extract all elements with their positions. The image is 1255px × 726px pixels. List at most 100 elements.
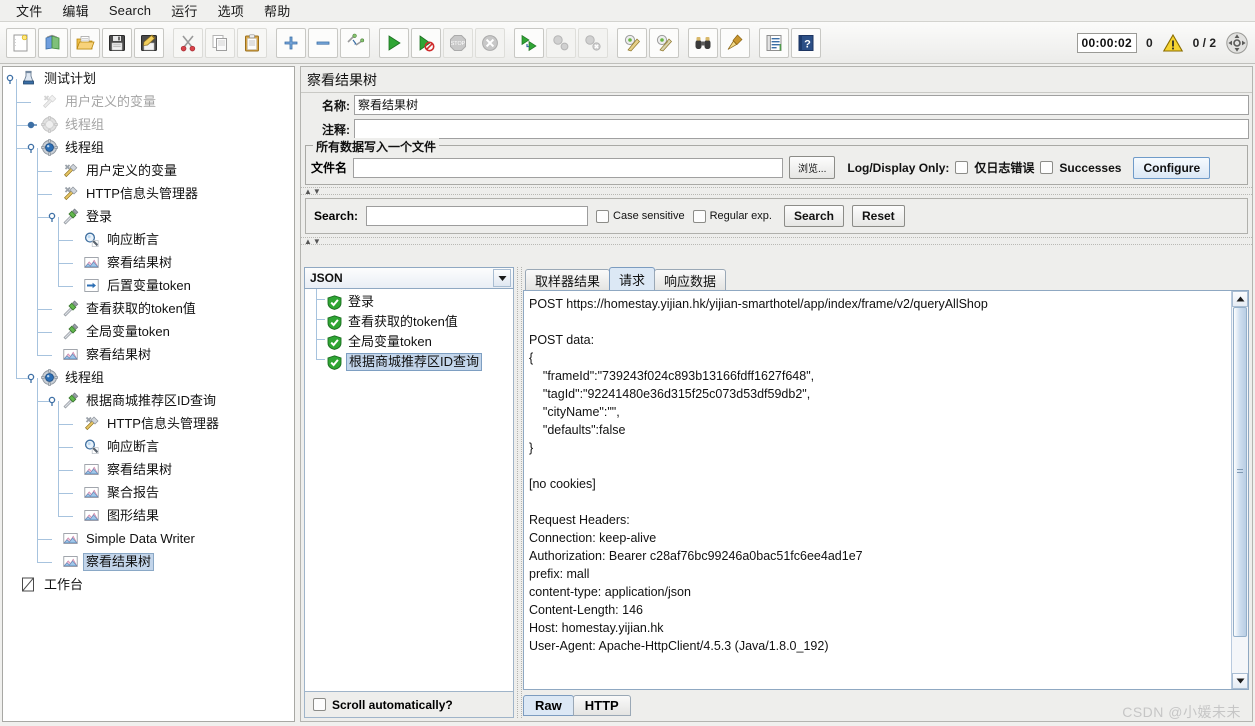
tree-node[interactable]: 响应断言 [3, 228, 294, 251]
configure-button[interactable]: Configure [1133, 156, 1211, 179]
warning-triangle-icon[interactable] [1162, 33, 1184, 53]
tree-node[interactable]: Simple Data Writer [3, 527, 294, 550]
tab-request[interactable]: 请求 [609, 267, 656, 290]
tab-sampler-result[interactable]: 取样器结果 [525, 269, 611, 290]
copy-button[interactable] [205, 27, 235, 58]
view-results-tree-panel: 察看结果树 名称: 察看结果树 注释: 所有数据写入一个文件 文件名 浏览...… [300, 66, 1253, 722]
log-display-only-label: Log/Display Only: [847, 160, 950, 175]
function-helper-button[interactable] [759, 27, 789, 58]
new-document-button[interactable] [6, 27, 36, 58]
tree-node[interactable]: HTTP信息头管理器 [3, 412, 294, 435]
menu-run[interactable]: 运行 [161, 0, 207, 22]
open-button[interactable] [70, 27, 100, 58]
tree-handle[interactable] [27, 119, 38, 130]
expand-all-button[interactable] [276, 27, 306, 58]
tree-node[interactable]: 线程组 [3, 113, 294, 136]
detail-scroll-thumb[interactable] [1233, 307, 1247, 637]
results-list[interactable]: 登录 查看获取的token值 全局变量token 根据商城推荐区ID查询 [304, 289, 514, 692]
search-input[interactable] [366, 206, 589, 226]
cut-button[interactable] [173, 27, 203, 58]
toggle-button[interactable] [340, 27, 370, 58]
result-list-item[interactable]: 根据商城推荐区ID查询 [305, 352, 513, 372]
filename-input[interactable] [353, 157, 784, 178]
clear-all-button[interactable] [649, 27, 679, 58]
tree-node[interactable]: 全局变量token [3, 320, 294, 343]
remote-start-button[interactable] [514, 27, 544, 58]
case-sensitive-checkbox[interactable] [596, 209, 610, 223]
tree-node[interactable]: 后置变量token [3, 274, 294, 297]
result-list-item[interactable]: 全局变量token [305, 332, 513, 352]
tree-node[interactable]: 测试计划 [3, 67, 294, 90]
regular-exp-checkbox[interactable] [692, 209, 706, 223]
tree-node[interactable]: 用户定义的变量 [3, 90, 294, 113]
tree-node[interactable]: HTTP信息头管理器 [3, 182, 294, 205]
result-list-item[interactable]: 登录 [305, 292, 513, 312]
tree-node[interactable]: 察看结果树 [3, 343, 294, 366]
menu-edit[interactable]: 编辑 [52, 0, 98, 22]
collapse-all-button[interactable] [308, 27, 338, 58]
renderer-select[interactable]: JSON [304, 267, 514, 289]
tree-node[interactable]: 察看结果树 [3, 458, 294, 481]
chevron-down-icon[interactable] [493, 269, 511, 287]
clear-button[interactable] [617, 27, 647, 58]
thread-count: 0 / 2 [1192, 35, 1216, 50]
reset-search-button[interactable] [720, 27, 750, 58]
menu-help[interactable]: 帮助 [254, 0, 300, 22]
scroll-up-button[interactable] [1232, 291, 1248, 307]
search-button[interactable] [688, 27, 718, 58]
help-button[interactable]: ? [791, 27, 821, 58]
result-list-item[interactable]: 查看获取的token值 [305, 312, 513, 332]
search-button[interactable]: Search [783, 205, 844, 227]
tree-node[interactable]: 根据商城推荐区ID查询 [3, 389, 294, 412]
filename-row: 文件名 浏览... Log/Display Only: 仅日志错误 Succes… [311, 156, 1242, 179]
tab-response-data[interactable]: 响应数据 [654, 269, 727, 290]
comment-input[interactable] [354, 119, 1249, 139]
tree-handle[interactable] [48, 395, 59, 406]
tree-handle[interactable] [27, 372, 38, 383]
detail-scroll-track[interactable] [1232, 307, 1248, 673]
menu-options[interactable]: 选项 [208, 0, 254, 22]
tree-node[interactable]: 图形结果 [3, 504, 294, 527]
start-no-pauses-button[interactable] [411, 27, 441, 58]
tree-node[interactable]: 用户定义的变量 [3, 159, 294, 182]
browse-button[interactable]: 浏览... [789, 156, 836, 179]
menu-file[interactable]: 文件 [6, 0, 52, 22]
results-vertical-divider[interactable] [514, 267, 523, 718]
tree-node[interactable]: 工作台 [3, 573, 294, 596]
upper-split-divider[interactable]: ▲▼ [301, 187, 1252, 196]
test-plan-tree[interactable]: 测试计划 用户定义的变量 线程组 线程组 用户定义的变量 HTTP信息头管理器 … [2, 66, 295, 722]
tree-node-label: 用户定义的变量 [86, 162, 178, 178]
tab-raw[interactable]: Raw [523, 695, 574, 716]
save-button[interactable] [102, 27, 132, 58]
successes-checkbox[interactable] [1040, 161, 1054, 174]
connection-status-icon[interactable] [1225, 31, 1249, 55]
tree-node[interactable]: 线程组 [3, 366, 294, 389]
tree-node[interactable]: 聚合报告 [3, 481, 294, 504]
start-button[interactable] [379, 27, 409, 58]
tree-node[interactable]: 查看获取的token值 [3, 297, 294, 320]
lower-split-divider[interactable]: ▲▼ [301, 237, 1252, 246]
detail-vertical-scrollbar[interactable] [1231, 291, 1248, 689]
tree-node[interactable]: 线程组 [3, 136, 294, 159]
name-input[interactable]: 察看结果树 [354, 95, 1249, 115]
tree-handle[interactable] [6, 73, 17, 84]
scroll-down-button[interactable] [1232, 673, 1248, 689]
remote-start-icon [521, 34, 537, 51]
errors-only-checkbox[interactable] [955, 161, 969, 174]
tree-handle[interactable] [27, 142, 38, 153]
menu-search[interactable]: Search [99, 1, 161, 20]
tree-node[interactable]: 察看结果树 [3, 550, 294, 573]
tree-node[interactable]: 登录 [3, 205, 294, 228]
save-as-button[interactable] [134, 27, 164, 58]
tab-http[interactable]: HTTP [572, 695, 631, 716]
request-body-text[interactable]: POST https://homestay.yijian.hk/yijian-s… [524, 291, 1231, 689]
tree-handle[interactable] [48, 211, 59, 222]
view-results-tree-icon [83, 461, 101, 479]
view-results-tree-icon [84, 486, 99, 498]
paste-button[interactable] [237, 27, 267, 58]
scroll-automatically-checkbox[interactable] [313, 698, 326, 711]
tree-node[interactable]: 察看结果树 [3, 251, 294, 274]
reset-button[interactable]: Reset [851, 205, 905, 227]
tree-node[interactable]: 响应断言 [3, 435, 294, 458]
templates-button[interactable] [38, 27, 68, 58]
